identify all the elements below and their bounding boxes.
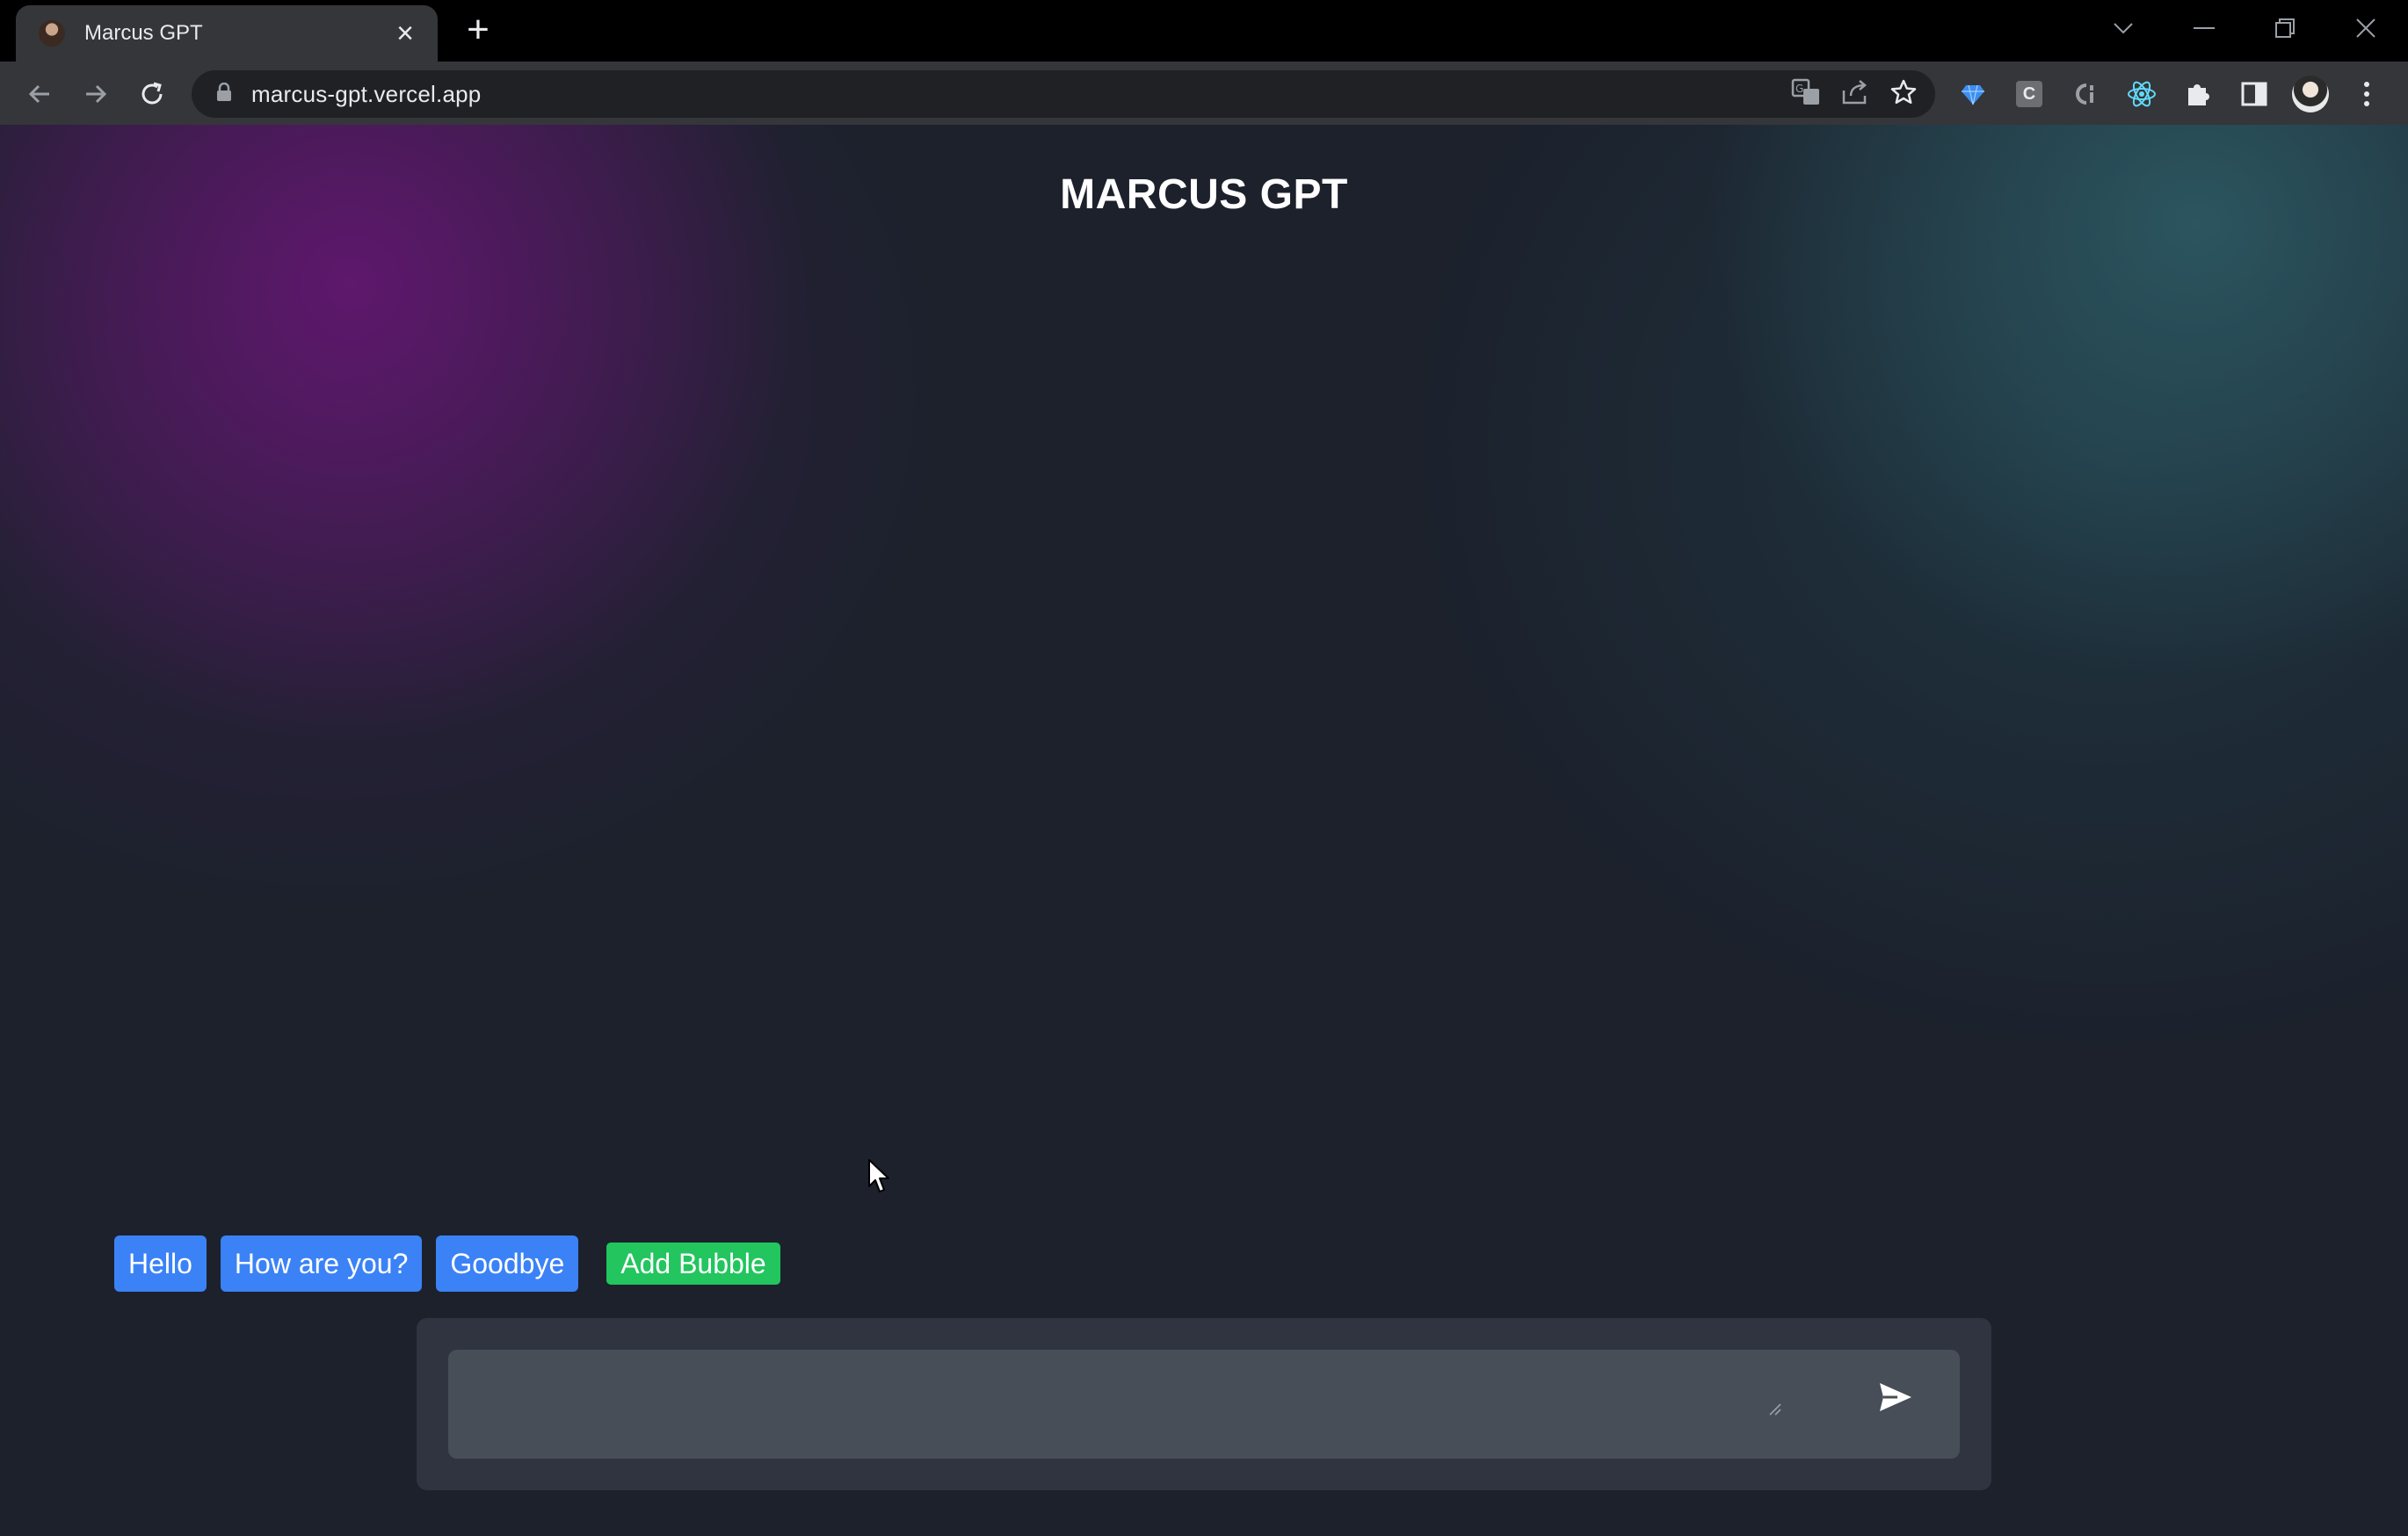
ci-extension-icon[interactable] — [2067, 76, 2104, 112]
send-icon[interactable] — [1875, 1378, 1916, 1416]
profile-avatar[interactable] — [2292, 76, 2329, 112]
reload-icon[interactable] — [134, 76, 170, 112]
quick-reply-how-are-you[interactable]: How are you? — [220, 1235, 423, 1292]
quick-reply-row: Hello How are you? Goodbye Add Bubble — [114, 1235, 794, 1292]
message-input[interactable] — [448, 1350, 1960, 1459]
close-window-icon[interactable] — [2339, 9, 2392, 47]
tab-strip: Marcus GPT × + — [0, 0, 2408, 62]
close-icon[interactable]: × — [390, 18, 420, 48]
star-icon[interactable] — [1889, 78, 1918, 111]
tab-title: Marcus GPT — [84, 21, 203, 45]
svg-text:G: G — [1795, 83, 1803, 95]
mouse-cursor-icon — [867, 1158, 892, 1195]
gem-extension-icon[interactable] — [1955, 76, 1991, 112]
add-bubble-button[interactable]: Add Bubble — [606, 1243, 780, 1285]
browser-tab[interactable]: Marcus GPT × — [16, 5, 438, 62]
share-icon[interactable] — [1840, 78, 1870, 111]
arrow-left-icon[interactable] — [21, 76, 58, 112]
quick-reply-hello[interactable]: Hello — [114, 1235, 207, 1292]
react-extension-icon[interactable] — [2123, 76, 2160, 112]
address-bar[interactable]: marcus-gpt.vercel.app G — [192, 70, 1935, 118]
restore-icon[interactable] — [2259, 9, 2311, 47]
translate-icon[interactable]: G — [1791, 78, 1821, 111]
page-viewport: MARCUS GPT Hello How are you? Goodbye Ad… — [0, 125, 2408, 1536]
plus-icon[interactable]: + — [459, 11, 497, 51]
page-title: MARCUS GPT — [1060, 171, 1348, 218]
message-composer — [417, 1318, 1991, 1490]
avatar — [2292, 76, 2329, 112]
tab-favicon-icon — [39, 20, 65, 47]
c-extension-label: C — [2016, 81, 2042, 107]
resize-handle-icon[interactable] — [1766, 1401, 1782, 1416]
minimize-icon[interactable] — [2178, 9, 2230, 47]
lock-icon — [216, 82, 232, 106]
chevron-down-icon[interactable] — [2097, 9, 2150, 47]
quick-reply-goodbye[interactable]: Goodbye — [436, 1235, 579, 1292]
puzzle-icon[interactable] — [2180, 76, 2216, 112]
side-panel-icon[interactable] — [2236, 76, 2273, 112]
kebab-menu-icon[interactable] — [2348, 76, 2385, 112]
c-extension-icon[interactable]: C — [2011, 76, 2048, 112]
browser-toolbar: marcus-gpt.vercel.app G C — [0, 62, 2408, 125]
arrow-right-icon[interactable] — [77, 76, 114, 112]
url-text: marcus-gpt.vercel.app — [251, 80, 482, 107]
